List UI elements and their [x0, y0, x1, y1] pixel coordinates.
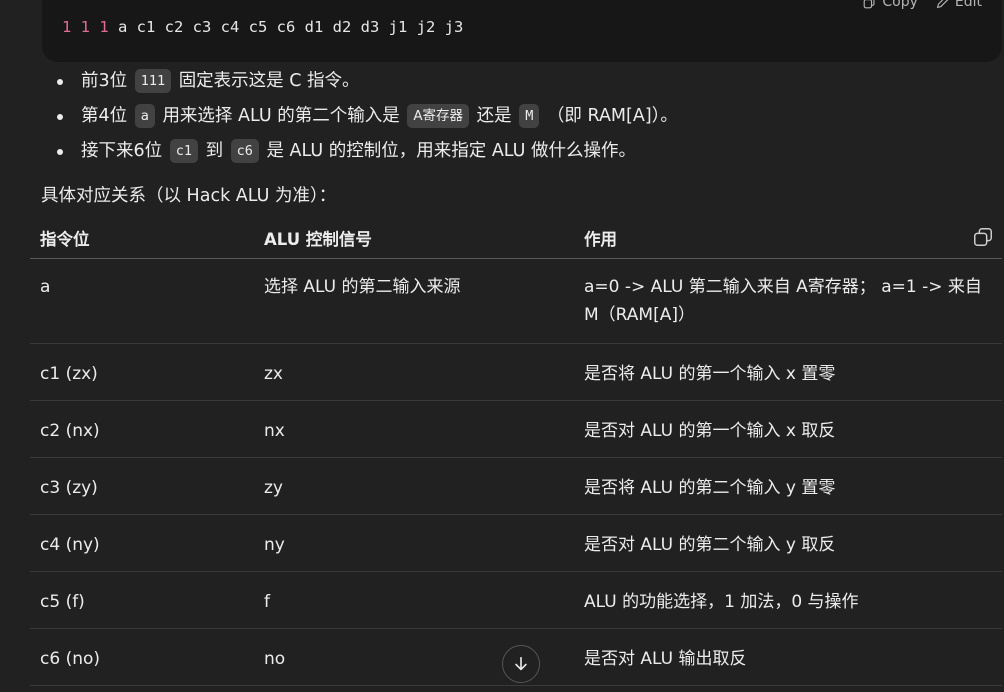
table-header: 作用 — [574, 218, 1002, 259]
inline-code: c1 — [169, 139, 198, 163]
code-line: 1 1 1 a c1 c2 c3 c4 c5 c6 d1 d2 d3 j1 j2… — [62, 18, 463, 36]
code-fields: a c1 c2 c3 c4 c5 c6 d1 d2 d3 j1 j2 j3 — [108, 18, 464, 36]
table-row: c2 (nx) nx 是否对 ALU 的第一个输入 x 取反 — [30, 400, 1002, 458]
bullet-text: 接下来6位 — [81, 141, 163, 161]
pencil-icon — [936, 0, 948, 8]
table-cell: f — [254, 571, 574, 629]
code-edit-label: Edit — [954, 0, 982, 10]
bullet-text: 到 — [205, 141, 224, 161]
list-item: 第4位 a 用来选择 ALU 的第二个输入是 A寄存器 还是 M （即 RAM[… — [48, 101, 678, 136]
inline-code: a — [134, 104, 155, 128]
table-row: c1 (zx) zx 是否将 ALU 的第一个输入 x 置零 — [30, 343, 1002, 401]
bullet-text: 是 ALU 的控制位，用来指定 ALU 做什么操作。 — [266, 141, 637, 161]
copy-icon — [864, 0, 875, 8]
table-cell: a=0 -> ALU 第二输入来自 A寄存器； a=1 -> 来自 M（RAM[… — [574, 258, 1002, 344]
table-cell: c2 (nx) — [30, 400, 254, 458]
code-edit-button[interactable]: Edit — [936, 0, 982, 10]
inline-code: A寄存器 — [407, 104, 470, 128]
bullet-text: 前3位 — [81, 71, 128, 91]
table-cell: 选择 ALU 的第二输入来源 — [254, 258, 574, 344]
scroll-down-button[interactable] — [502, 645, 540, 683]
bullet-text: 固定表示这是 C 指令。 — [178, 71, 360, 91]
alu-table: 指令位 ALU 控制信号 作用 a 选择 ALU 的第二输入来源 a=0 -> … — [30, 218, 1002, 686]
table-row: c3 (zy) zy 是否将 ALU 的第二个输入 y 置零 — [30, 457, 1002, 515]
bullet-list: 前3位 111 固定表示这是 C 指令。 第4位 a 用来选择 ALU 的第二个… — [48, 66, 678, 171]
table-header: ALU 控制信号 — [254, 218, 574, 259]
table-cell: 是否将 ALU 的第二个输入 y 置零 — [574, 457, 1002, 515]
intro-text: 具体对应关系（以 Hack ALU 为准）： — [41, 186, 337, 206]
list-item: 接下来6位 c1 到 c6 是 ALU 的控制位，用来指定 ALU 做什么操作。 — [48, 136, 678, 171]
bullet-text: 还是 — [476, 106, 512, 126]
table-cell: 是否对 ALU 的第二个输入 y 取反 — [574, 514, 1002, 572]
table-row: c5 (f) f ALU 的功能选择，1 加法，0 与操作 — [30, 571, 1002, 629]
code-numbers: 1 1 1 — [62, 18, 109, 36]
bullet-text: 用来选择 ALU 的第二个输入是 — [162, 106, 400, 126]
table-cell: ALU 的功能选择，1 加法，0 与操作 — [574, 571, 1002, 629]
table-cell: 是否对 ALU 的第一个输入 x 取反 — [574, 400, 1002, 458]
table-cell: nx — [254, 400, 574, 458]
list-item: 前3位 111 固定表示这是 C 指令。 — [48, 66, 678, 101]
table-row: a 选择 ALU 的第二输入来源 a=0 -> ALU 第二输入来自 A寄存器；… — [30, 258, 1002, 344]
table-cell: c4 (ny) — [30, 514, 254, 572]
table-cell: c1 (zx) — [30, 343, 254, 401]
table-cell: 是否对 ALU 输出取反 — [574, 628, 1002, 686]
code-copy-button[interactable]: Copy — [863, 0, 918, 10]
table-cell: c5 (f) — [30, 571, 254, 629]
table-header: 指令位 — [30, 218, 254, 259]
inline-code: 111 — [134, 69, 172, 93]
table-cell: zy — [254, 457, 574, 515]
arrow-down-icon — [515, 656, 527, 671]
table-cell: ny — [254, 514, 574, 572]
bullet-text: 第4位 — [81, 106, 128, 126]
code-copy-label: Copy — [882, 0, 918, 10]
inline-code: M — [519, 104, 540, 128]
table-row: c4 (ny) ny 是否对 ALU 的第二个输入 y 取反 — [30, 514, 1002, 572]
code-actions: Copy Edit — [863, 0, 982, 10]
code-block: Copy Edit 1 1 1 a c1 c2 c3 c4 c5 c6 d1 d… — [42, 0, 1002, 62]
table-cell: a — [30, 258, 254, 344]
bullet-text: （即 RAM[A]）。 — [546, 106, 678, 126]
table-cell: zx — [254, 343, 574, 401]
inline-code: c6 — [230, 139, 259, 163]
table-header-row: 指令位 ALU 控制信号 作用 — [30, 218, 1002, 259]
table-cell: c3 (zy) — [30, 457, 254, 515]
table-cell: c6 (no) — [30, 628, 254, 686]
table-cell: 是否将 ALU 的第一个输入 x 置零 — [574, 343, 1002, 401]
